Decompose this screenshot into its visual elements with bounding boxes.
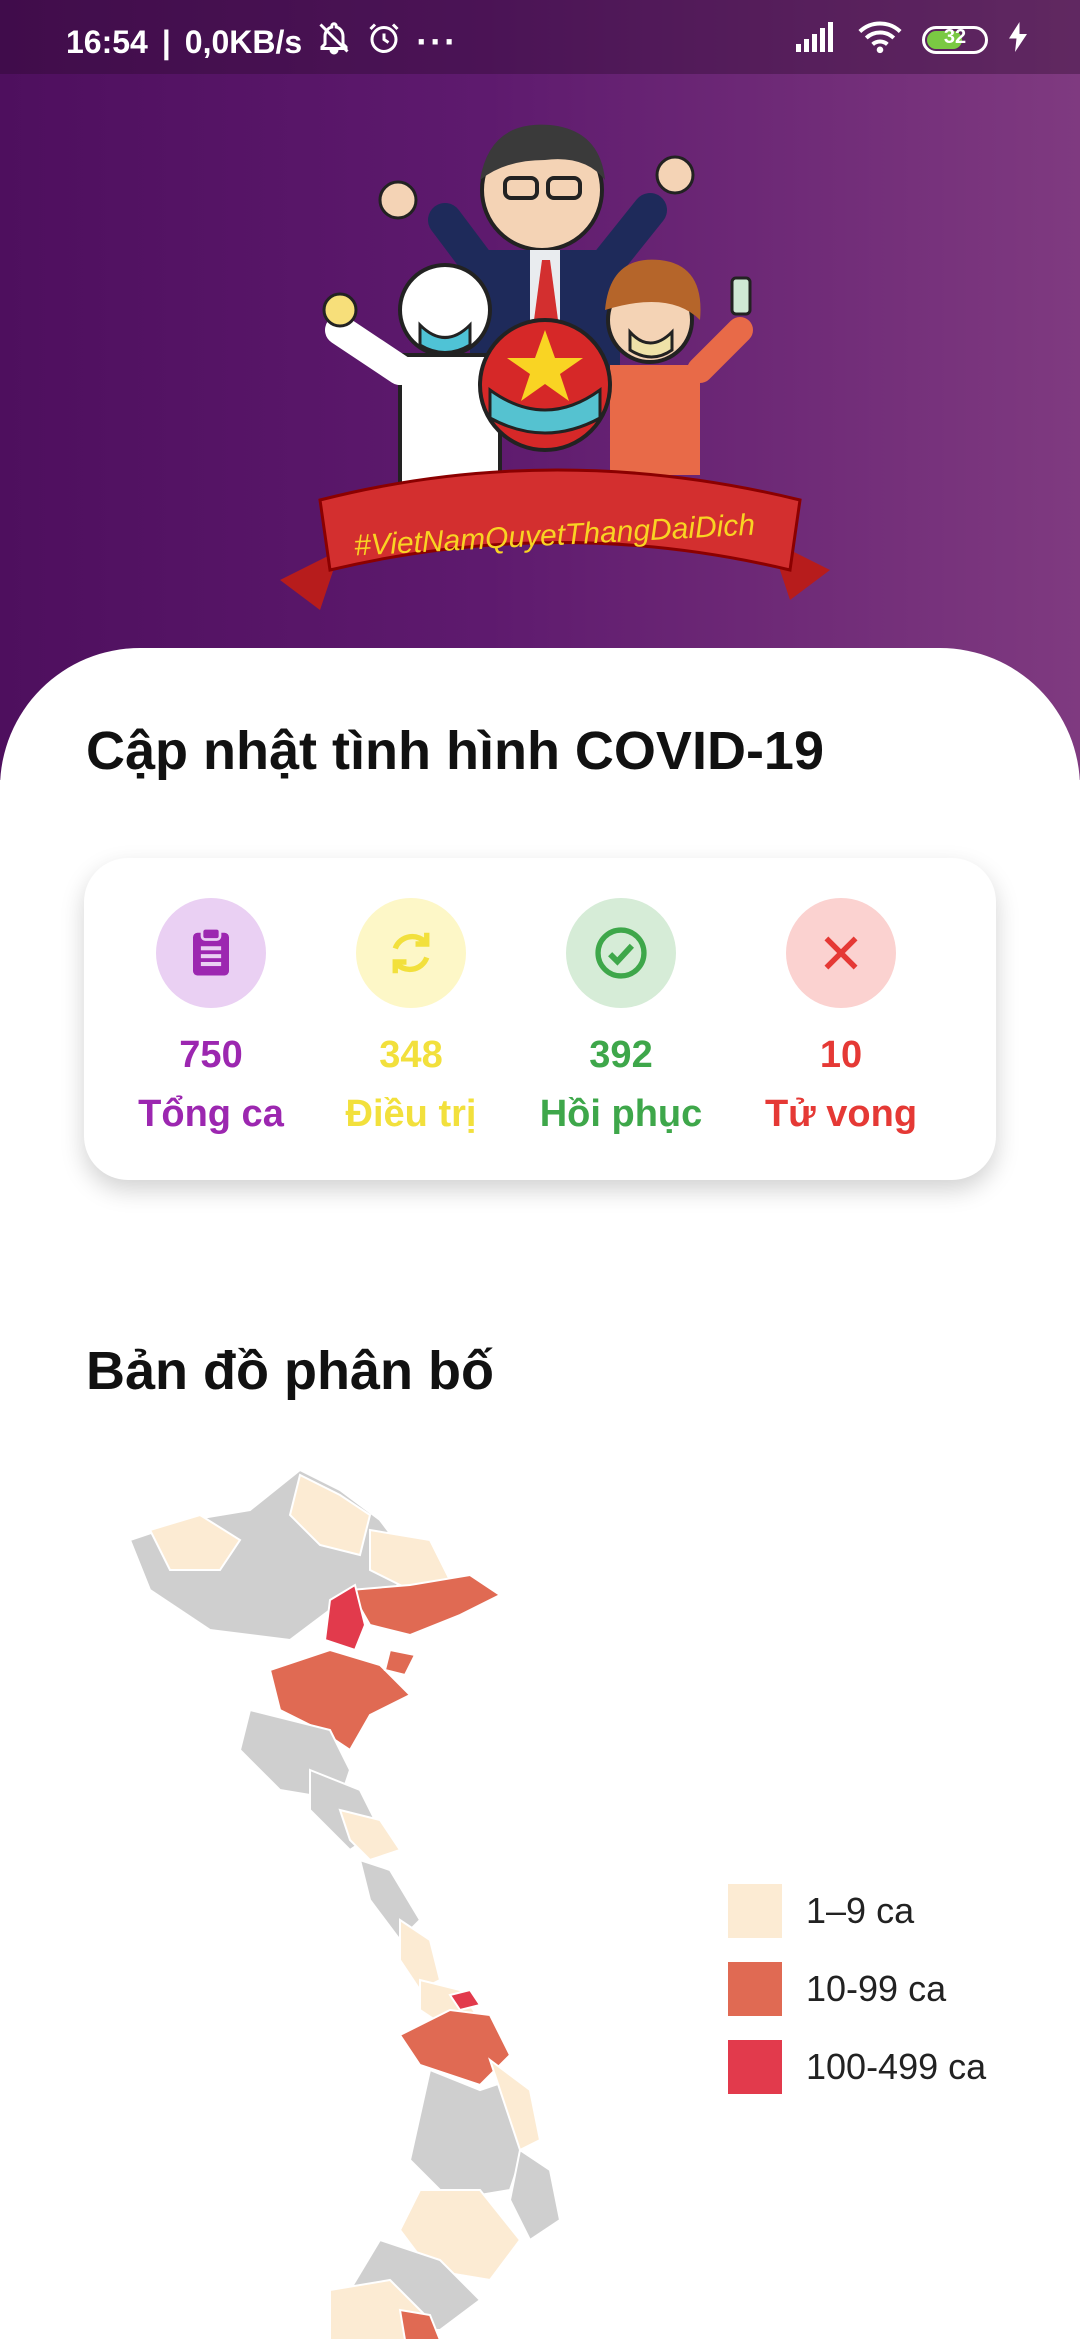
status-time: 16:54 [66,23,148,60]
clipboard-icon [156,898,266,1008]
stat-recovered-value: 392 [589,1034,653,1076]
legend-label-low: 1–9 ca [806,1890,915,1931]
map-region-quang-nam[interactable] [398,2008,512,2087]
legend-item: 10-99 ca [728,1950,986,2028]
more-dots-icon: ··· [416,21,459,62]
stat-treatment-value: 348 [379,1034,443,1076]
legend-label-mid: 10-99 ca [806,1968,947,2009]
bolt-icon [1008,22,1028,57]
refresh-icon [356,898,466,1008]
battery-indicator: 32 [922,25,988,54]
stat-recovered: 392 Hồi phục [526,898,716,1136]
bell-off-icon [316,20,352,64]
status-bar: 16:54 | 0,0KB/s ··· 32 [0,0,1080,74]
page-title: Cập nhật tình hình COVID-19 [86,721,824,781]
map-title: Bản đồ phân bố [86,1341,494,1401]
signal-icon [796,22,838,57]
stat-deaths-value: 10 [819,1034,863,1076]
legend-swatch-high [728,2040,782,2094]
legend-item: 100-499 ca [728,2028,986,2106]
campaign-illustration: #VietNamQuyetThangDaiDich [280,100,830,620]
stat-total-value: 750 [179,1034,243,1076]
map-region-ha-tinh[interactable] [338,1808,402,1862]
stat-recovered-label: Hồi phục [539,1093,703,1135]
map-region-delta-2[interactable] [383,1648,417,1677]
map-legend: 1–9 ca 10-99 ca 100-499 ca [728,1872,986,2106]
stat-treatment-label: Điều trị [345,1093,477,1135]
close-icon [786,898,896,1008]
network-speed: 0,0KB/s [184,23,303,60]
status-separator: | [161,23,171,60]
legend-swatch-low [728,1884,782,1938]
stat-total-label: Tổng ca [138,1093,284,1135]
legend-item: 1–9 ca [728,1872,986,1950]
wifi-icon [858,20,902,59]
legend-swatch-mid [728,1962,782,2016]
stat-total: 750 Tổng ca [116,898,306,1136]
legend-label-high: 100-499 ca [806,2046,987,2087]
check-circle-icon [566,898,676,1008]
vietnam-distribution-map[interactable] [120,1468,640,2341]
stat-treatment: 348 Điều trị [316,898,506,1136]
stats-card: 750 Tổng ca 348 Điều trị 392 Hồi phục 10… [84,858,996,1180]
stat-deaths-label: Tử vong [764,1093,918,1135]
map-region-coast-2[interactable] [508,2148,562,2242]
stat-deaths: 10 Tử vong [746,898,936,1136]
alarm-icon [366,20,402,64]
